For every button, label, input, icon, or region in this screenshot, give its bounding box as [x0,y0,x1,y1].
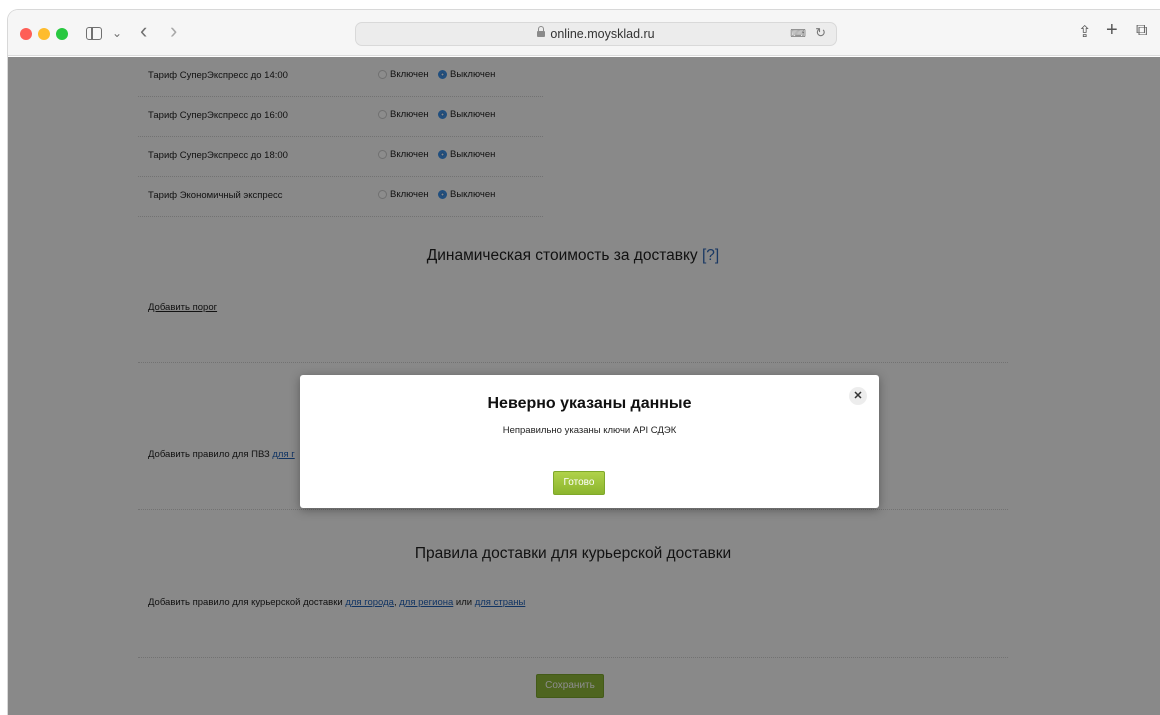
sidebar-icon[interactable] [86,27,102,40]
done-button[interactable]: Готово [553,471,605,495]
share-icon[interactable]: ⇪ [1078,22,1091,42]
close-icon[interactable]: ✕ [849,387,867,405]
chevron-down-icon[interactable]: ⌄ [112,22,122,44]
lock-icon [537,26,546,37]
page-content: Тариф СуперЭкспресс до 14:00 Включен Вык… [8,57,1160,715]
back-icon[interactable]: ‹ [140,20,147,42]
dialog-message: Неправильно указаны ключи API СДЭК [502,425,677,436]
address-bar[interactable]: online.moysklad.ru ⌨ ↻ [355,22,837,46]
tabs-overview-icon[interactable]: ⧉ [1136,22,1147,40]
browser-toolbar: ⌄ ‹ › online.moysklad.ru ⌨ ↻ ⇪ + ⧉ [8,10,1160,56]
new-tab-icon[interactable]: + [1106,19,1118,42]
close-window-button[interactable] [20,28,32,40]
zoom-window-button[interactable] [56,28,68,40]
url-display[interactable]: online.moysklad.ru [356,26,836,41]
browser-window: ⌄ ‹ › online.moysklad.ru ⌨ ↻ ⇪ + ⧉ Тариф… [8,10,1160,715]
dialog-title: Неверно указаны данные [487,395,692,412]
url-text: online.moysklad.ru [550,27,655,41]
error-dialog: Неверно указаны данные Неправильно указа… [300,375,879,508]
translate-icon[interactable]: ⌨ [790,27,806,40]
reload-icon[interactable]: ↻ [815,25,826,41]
forward-icon[interactable]: › [170,20,177,42]
minimize-window-button[interactable] [38,28,50,40]
